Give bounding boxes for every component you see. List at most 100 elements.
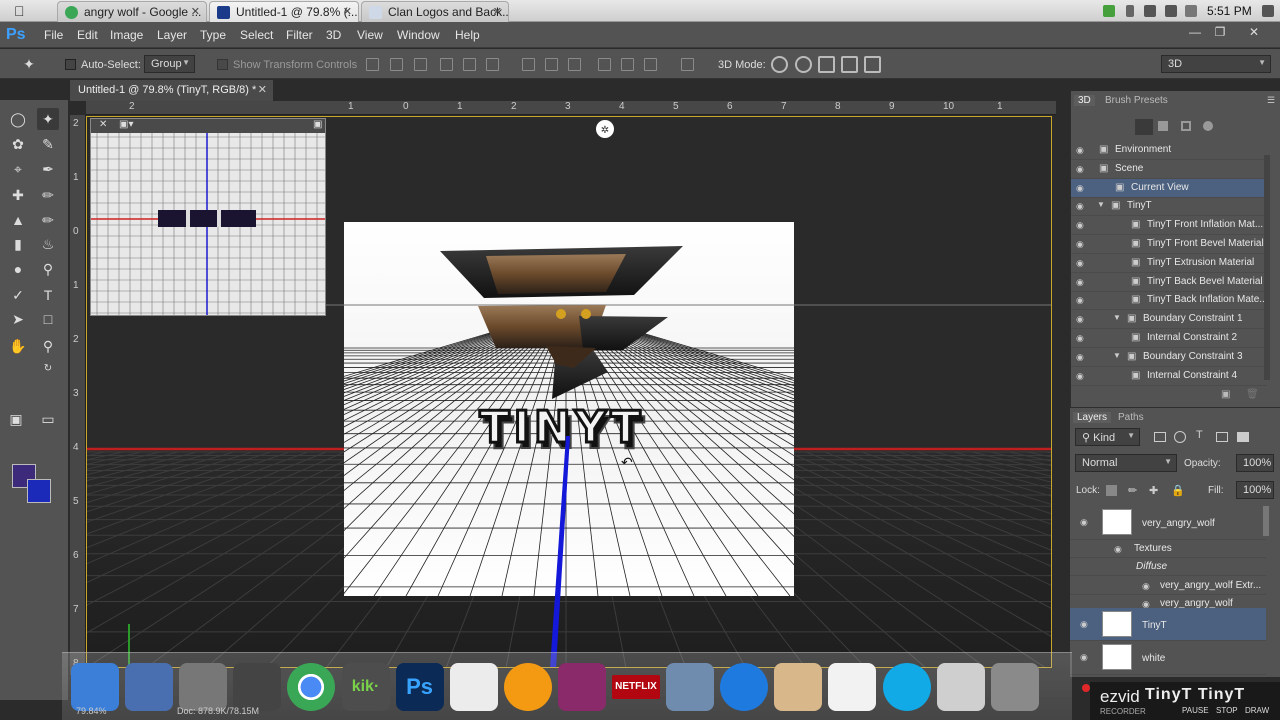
menu-window[interactable]: Window xyxy=(397,28,440,42)
layer-sub-row[interactable]: Diffuse xyxy=(1070,558,1266,576)
3d-scene-item[interactable]: ◉ ▣ TinyT Front Bevel Material xyxy=(1071,235,1267,254)
3d-scene-item[interactable]: ◉ ▣ Internal Constraint 4 xyxy=(1071,367,1267,386)
align-bottom-icon[interactable] xyxy=(414,58,427,71)
rotate-3d-icon[interactable] xyxy=(771,56,788,73)
browser-tab-1[interactable]: angry wolf - Google ... ✕ xyxy=(57,1,207,22)
visibility-eye-icon[interactable]: ◉ xyxy=(1076,164,1088,174)
filter-lights-icon[interactable] xyxy=(1203,121,1213,131)
3d-scene-item[interactable]: ◉ ▣ TinyT Back Inflation Mate... xyxy=(1071,291,1268,311)
disclosure-triangle-icon[interactable]: ▼ xyxy=(1113,351,1124,362)
close-document-icon[interactable]: ✕ xyxy=(258,83,267,96)
layers-scrollbar[interactable] xyxy=(1263,506,1269,536)
skype-icon[interactable] xyxy=(882,663,931,711)
apple-tv-icon[interactable] xyxy=(936,663,985,711)
tab-layers[interactable]: Layers xyxy=(1073,412,1112,423)
marquee-icon[interactable]: ◯ xyxy=(7,108,29,130)
distribute-left-icon[interactable] xyxy=(598,58,611,71)
camera-icon[interactable] xyxy=(233,663,282,711)
wifi-icon[interactable] xyxy=(1144,5,1156,17)
finder-icon[interactable] xyxy=(71,663,119,711)
view-menu-icon[interactable]: ▣▾ xyxy=(119,119,133,130)
visibility-eye-icon[interactable]: ◉ xyxy=(1114,544,1126,554)
3d-scene-item[interactable]: ◉ ▼ ▣ Boundary Constraint 1 xyxy=(1071,310,1267,330)
3d-scene-item[interactable]: ◉ ▣ TinyT Front Inflation Mat... xyxy=(1071,216,1267,236)
path-select-icon[interactable]: ➤ xyxy=(7,308,29,330)
visibility-eye-icon[interactable]: ◉ xyxy=(1076,277,1088,287)
layer-row[interactable]: ◉ very_angry_wolf xyxy=(1070,506,1266,540)
minimize-button[interactable]: — xyxy=(1186,25,1204,41)
3d-scene-item[interactable]: ◉ ▣ TinyT Extrusion Material xyxy=(1071,254,1267,273)
visibility-eye-icon[interactable]: ◉ xyxy=(1076,371,1088,381)
browser-tab-2[interactable]: Untitled-1 @ 79.8% (... ✕ xyxy=(209,1,359,22)
3d-scene-item[interactable]: ◉ ▣ Current View xyxy=(1071,178,1267,198)
tab-brush-presets[interactable]: Brush Presets xyxy=(1101,95,1172,106)
close-button[interactable]: ✕ xyxy=(1245,25,1263,41)
disclosure-triangle-icon[interactable]: ▼ xyxy=(1113,313,1124,324)
menu-image[interactable]: Image xyxy=(110,28,143,42)
browser-tab-3[interactable]: Clan Logos and Back... ✕ xyxy=(361,1,509,22)
system-preferences-icon[interactable] xyxy=(990,663,1039,711)
distribute-hcenter-icon[interactable] xyxy=(621,58,634,71)
3d-scene-item[interactable]: ◉ ▣ Internal Constraint 2 xyxy=(1071,329,1267,348)
3d-panel-scrollbar[interactable] xyxy=(1264,155,1270,380)
filter-meshes-icon[interactable] xyxy=(1158,121,1168,131)
3d-scene-item[interactable]: ◉ ▣ TinyT Back Bevel Material xyxy=(1071,273,1267,292)
auto-select-dropdown[interactable]: Group ▼ xyxy=(144,55,195,73)
visibility-eye-icon[interactable]: ◉ xyxy=(1076,145,1088,155)
lock-image-icon[interactable]: ✏ xyxy=(1128,484,1137,497)
restore-button[interactable]: ❐ xyxy=(1211,25,1229,41)
lock-position-icon[interactable]: ✚ xyxy=(1149,484,1158,497)
winrar-icon[interactable] xyxy=(557,663,606,711)
screen-mode-icon[interactable]: ▭ xyxy=(37,408,59,430)
stamp-icon[interactable]: ▲ xyxy=(7,209,29,231)
document-icon[interactable] xyxy=(828,663,877,711)
visibility-eye-icon[interactable]: ◉ xyxy=(1076,239,1088,249)
history-brush-icon[interactable]: ✏ xyxy=(37,209,59,231)
align-right-icon[interactable] xyxy=(486,58,499,71)
menu-file[interactable]: File xyxy=(44,28,63,42)
secondary-view[interactable]: ✕ ▣▾ ▣ xyxy=(90,118,326,316)
photoshop-icon[interactable]: Ps xyxy=(395,663,444,711)
visibility-eye-icon[interactable]: ◉ xyxy=(1076,183,1088,193)
battery-icon[interactable] xyxy=(1126,5,1134,17)
menu-filter[interactable]: Filter xyxy=(286,28,313,42)
imovie-icon[interactable] xyxy=(125,663,174,711)
close-tab-icon[interactable]: ✕ xyxy=(493,5,502,18)
menu-edit[interactable]: Edit xyxy=(77,28,98,42)
kik-icon[interactable]: kik· xyxy=(341,663,390,711)
visibility-eye-icon[interactable]: ◉ xyxy=(1076,258,1088,268)
disclosure-triangle-icon[interactable]: ▼ xyxy=(1097,200,1108,211)
menu-layer[interactable]: Layer xyxy=(157,28,187,42)
home-icon[interactable] xyxy=(774,663,823,711)
auto-align-icon[interactable] xyxy=(681,58,694,71)
visibility-eye-icon[interactable]: ◉ xyxy=(1076,220,1088,230)
move-tool-preset-icon[interactable]: ✦ xyxy=(18,53,40,75)
visibility-eye-icon[interactable]: ◉ xyxy=(1080,619,1092,629)
align-vcenter-icon[interactable] xyxy=(390,58,403,71)
new-scene-item-icon[interactable]: ▣ xyxy=(1221,389,1230,400)
blend-mode-dropdown[interactable]: Normal ▼ xyxy=(1075,454,1177,472)
layer-kind-filter[interactable]: ⚲ Kind ▼ xyxy=(1075,428,1140,446)
layer-row[interactable]: ◉ white xyxy=(1070,641,1266,675)
lasso-icon[interactable]: ✿ xyxy=(7,133,29,155)
netflix-icon[interactable]: NETFLIX xyxy=(612,675,660,699)
filter-type-icon[interactable]: T xyxy=(1196,429,1203,441)
3d-scene-item[interactable]: ◉ ▣ Environment xyxy=(1071,141,1267,160)
lock-all-icon[interactable]: 🔒 xyxy=(1171,484,1185,497)
drag-3d-icon[interactable] xyxy=(818,56,835,73)
stop-button[interactable]: STOP xyxy=(1216,706,1238,715)
tab-3d[interactable]: 3D xyxy=(1074,95,1095,106)
distribute-top-icon[interactable] xyxy=(522,58,535,71)
distribute-right-icon[interactable] xyxy=(644,58,657,71)
filter-shape-icon[interactable] xyxy=(1216,432,1228,442)
close-tab-icon[interactable]: ✕ xyxy=(191,5,200,18)
iphoto-icon[interactable] xyxy=(666,663,715,711)
eraser-icon[interactable]: ▮ xyxy=(7,233,29,255)
zoom-icon[interactable]: ⚲ xyxy=(37,335,59,357)
spotlight-icon[interactable] xyxy=(1262,5,1274,17)
menu-help[interactable]: Help xyxy=(455,28,480,42)
close-secondary-view-icon[interactable]: ✕ xyxy=(99,119,107,130)
filter-adjustment-icon[interactable] xyxy=(1174,431,1186,443)
move-tool-icon[interactable]: ✦ xyxy=(37,108,59,130)
volume-icon[interactable] xyxy=(1165,5,1177,17)
